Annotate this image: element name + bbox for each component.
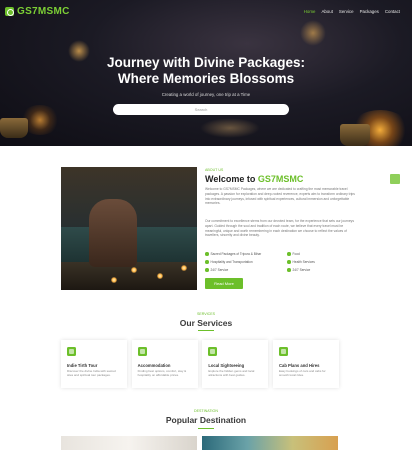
check-icon	[205, 268, 209, 272]
search-input[interactable]: Search	[113, 104, 289, 115]
title-underline	[198, 330, 214, 332]
check-label: Health Services	[292, 260, 315, 264]
welcome-paragraph-1: Welcome to GS7MSMC Packages, where we ar…	[205, 187, 355, 206]
title-underline	[198, 428, 214, 430]
service-card[interactable]: Accommodation Finding best options, comf…	[131, 340, 198, 388]
candle	[157, 273, 163, 279]
check-item: Health Services	[287, 260, 355, 264]
hotel-icon	[137, 347, 147, 356]
hero-title-line2: Where Memories Blossoms	[117, 71, 295, 86]
search-placeholder: Search	[194, 107, 208, 112]
welcome-title-brand: GS7MSMC	[257, 174, 304, 184]
service-desc: Easy bookings of cars and cabs for smoot…	[278, 369, 326, 377]
check-icon	[287, 260, 291, 264]
service-card[interactable]: Cab Plans and Hires Easy bookings of car…	[272, 340, 339, 388]
floating-chat-icon[interactable]	[390, 174, 400, 184]
service-title: Indie Tirth Tour	[67, 363, 98, 368]
hero-subtitle: Creating a world of journey, one trip at…	[161, 92, 251, 97]
services-grid: Indie Tirth Tour Discover the divine Ind…	[61, 340, 339, 388]
nav-menu: Home About Service Packages Contact	[304, 9, 400, 14]
nav-home[interactable]: Home	[304, 9, 316, 14]
welcome-title: Welcome to GS7MSMC	[205, 174, 303, 184]
nav-packages[interactable]: Packages	[360, 9, 379, 14]
nav-service[interactable]: Service	[339, 9, 354, 14]
services-tag: SERVICES	[196, 312, 216, 316]
check-icon	[287, 252, 291, 256]
check-item: Food	[287, 252, 355, 256]
hero-section: GS7MSMC Home About Service Packages Cont…	[0, 0, 412, 146]
check-icon	[205, 260, 209, 264]
check-item: 24/7 Service	[287, 268, 355, 272]
service-desc: Explore the hidden gems and local attrac…	[208, 369, 255, 377]
welcome-paragraph-2: Our commitment to excellence stems from …	[205, 219, 354, 238]
candle	[111, 277, 117, 283]
welcome-title-prefix: Welcome to	[205, 174, 258, 184]
check-label: 24/7 Service	[210, 268, 229, 272]
service-title: Local Sightseeing	[208, 363, 245, 368]
check-item: Hospitality and Transportation	[205, 260, 287, 264]
tour-icon	[67, 347, 76, 356]
candle	[181, 265, 187, 271]
logo-text: GS7MSMC	[17, 6, 70, 17]
service-desc: Finding best options, comfort, stay & ho…	[137, 369, 187, 377]
about-tag: ABOUT US	[205, 168, 224, 172]
service-card[interactable]: Local Sightseeing Explore the hidden gem…	[202, 340, 269, 388]
nav-contact[interactable]: Contact	[385, 9, 400, 14]
welcome-image	[61, 167, 197, 290]
site-logo[interactable]: GS7MSMC	[5, 6, 70, 17]
feature-checklist: Sacred Packages of Tripura & Bihar Food …	[205, 252, 355, 272]
nav-about[interactable]: About	[321, 9, 332, 14]
candle	[131, 267, 137, 273]
check-icon	[287, 268, 291, 272]
destination-tag: DESTINATION	[194, 409, 218, 413]
woman-figure	[89, 199, 137, 267]
destination-card-image[interactable]	[61, 436, 197, 450]
check-item: 24/7 Service	[205, 268, 287, 272]
read-more-button[interactable]: Read More	[205, 278, 243, 289]
navbar: GS7MSMC Home About Service Packages Cont…	[0, 0, 412, 24]
destination-title: Popular Destination	[165, 415, 247, 425]
service-title: Accommodation	[137, 363, 171, 368]
services-title: Our Services	[179, 318, 233, 328]
check-label: Sacred Packages of Tripura & Bihar	[210, 252, 262, 256]
service-title: Cab Plans and Hires	[278, 363, 320, 368]
logo-icon	[5, 7, 14, 16]
guide-icon	[208, 347, 218, 356]
check-icon	[205, 252, 209, 256]
oil-lamp	[340, 124, 370, 146]
destination-card-image[interactable]	[202, 436, 338, 450]
service-desc: Discover the divine India with sacred si…	[67, 369, 116, 377]
check-label: Food	[292, 252, 300, 256]
check-label: 24/7 Service	[292, 268, 311, 272]
check-label: Hospitality and Transportation	[210, 260, 253, 264]
check-item: Sacred Packages of Tripura & Bihar	[205, 252, 287, 256]
lamp-glow	[200, 118, 260, 138]
service-card[interactable]: Indie Tirth Tour Discover the divine Ind…	[61, 340, 127, 388]
oil-lamp	[0, 118, 28, 138]
car-icon	[278, 347, 288, 356]
